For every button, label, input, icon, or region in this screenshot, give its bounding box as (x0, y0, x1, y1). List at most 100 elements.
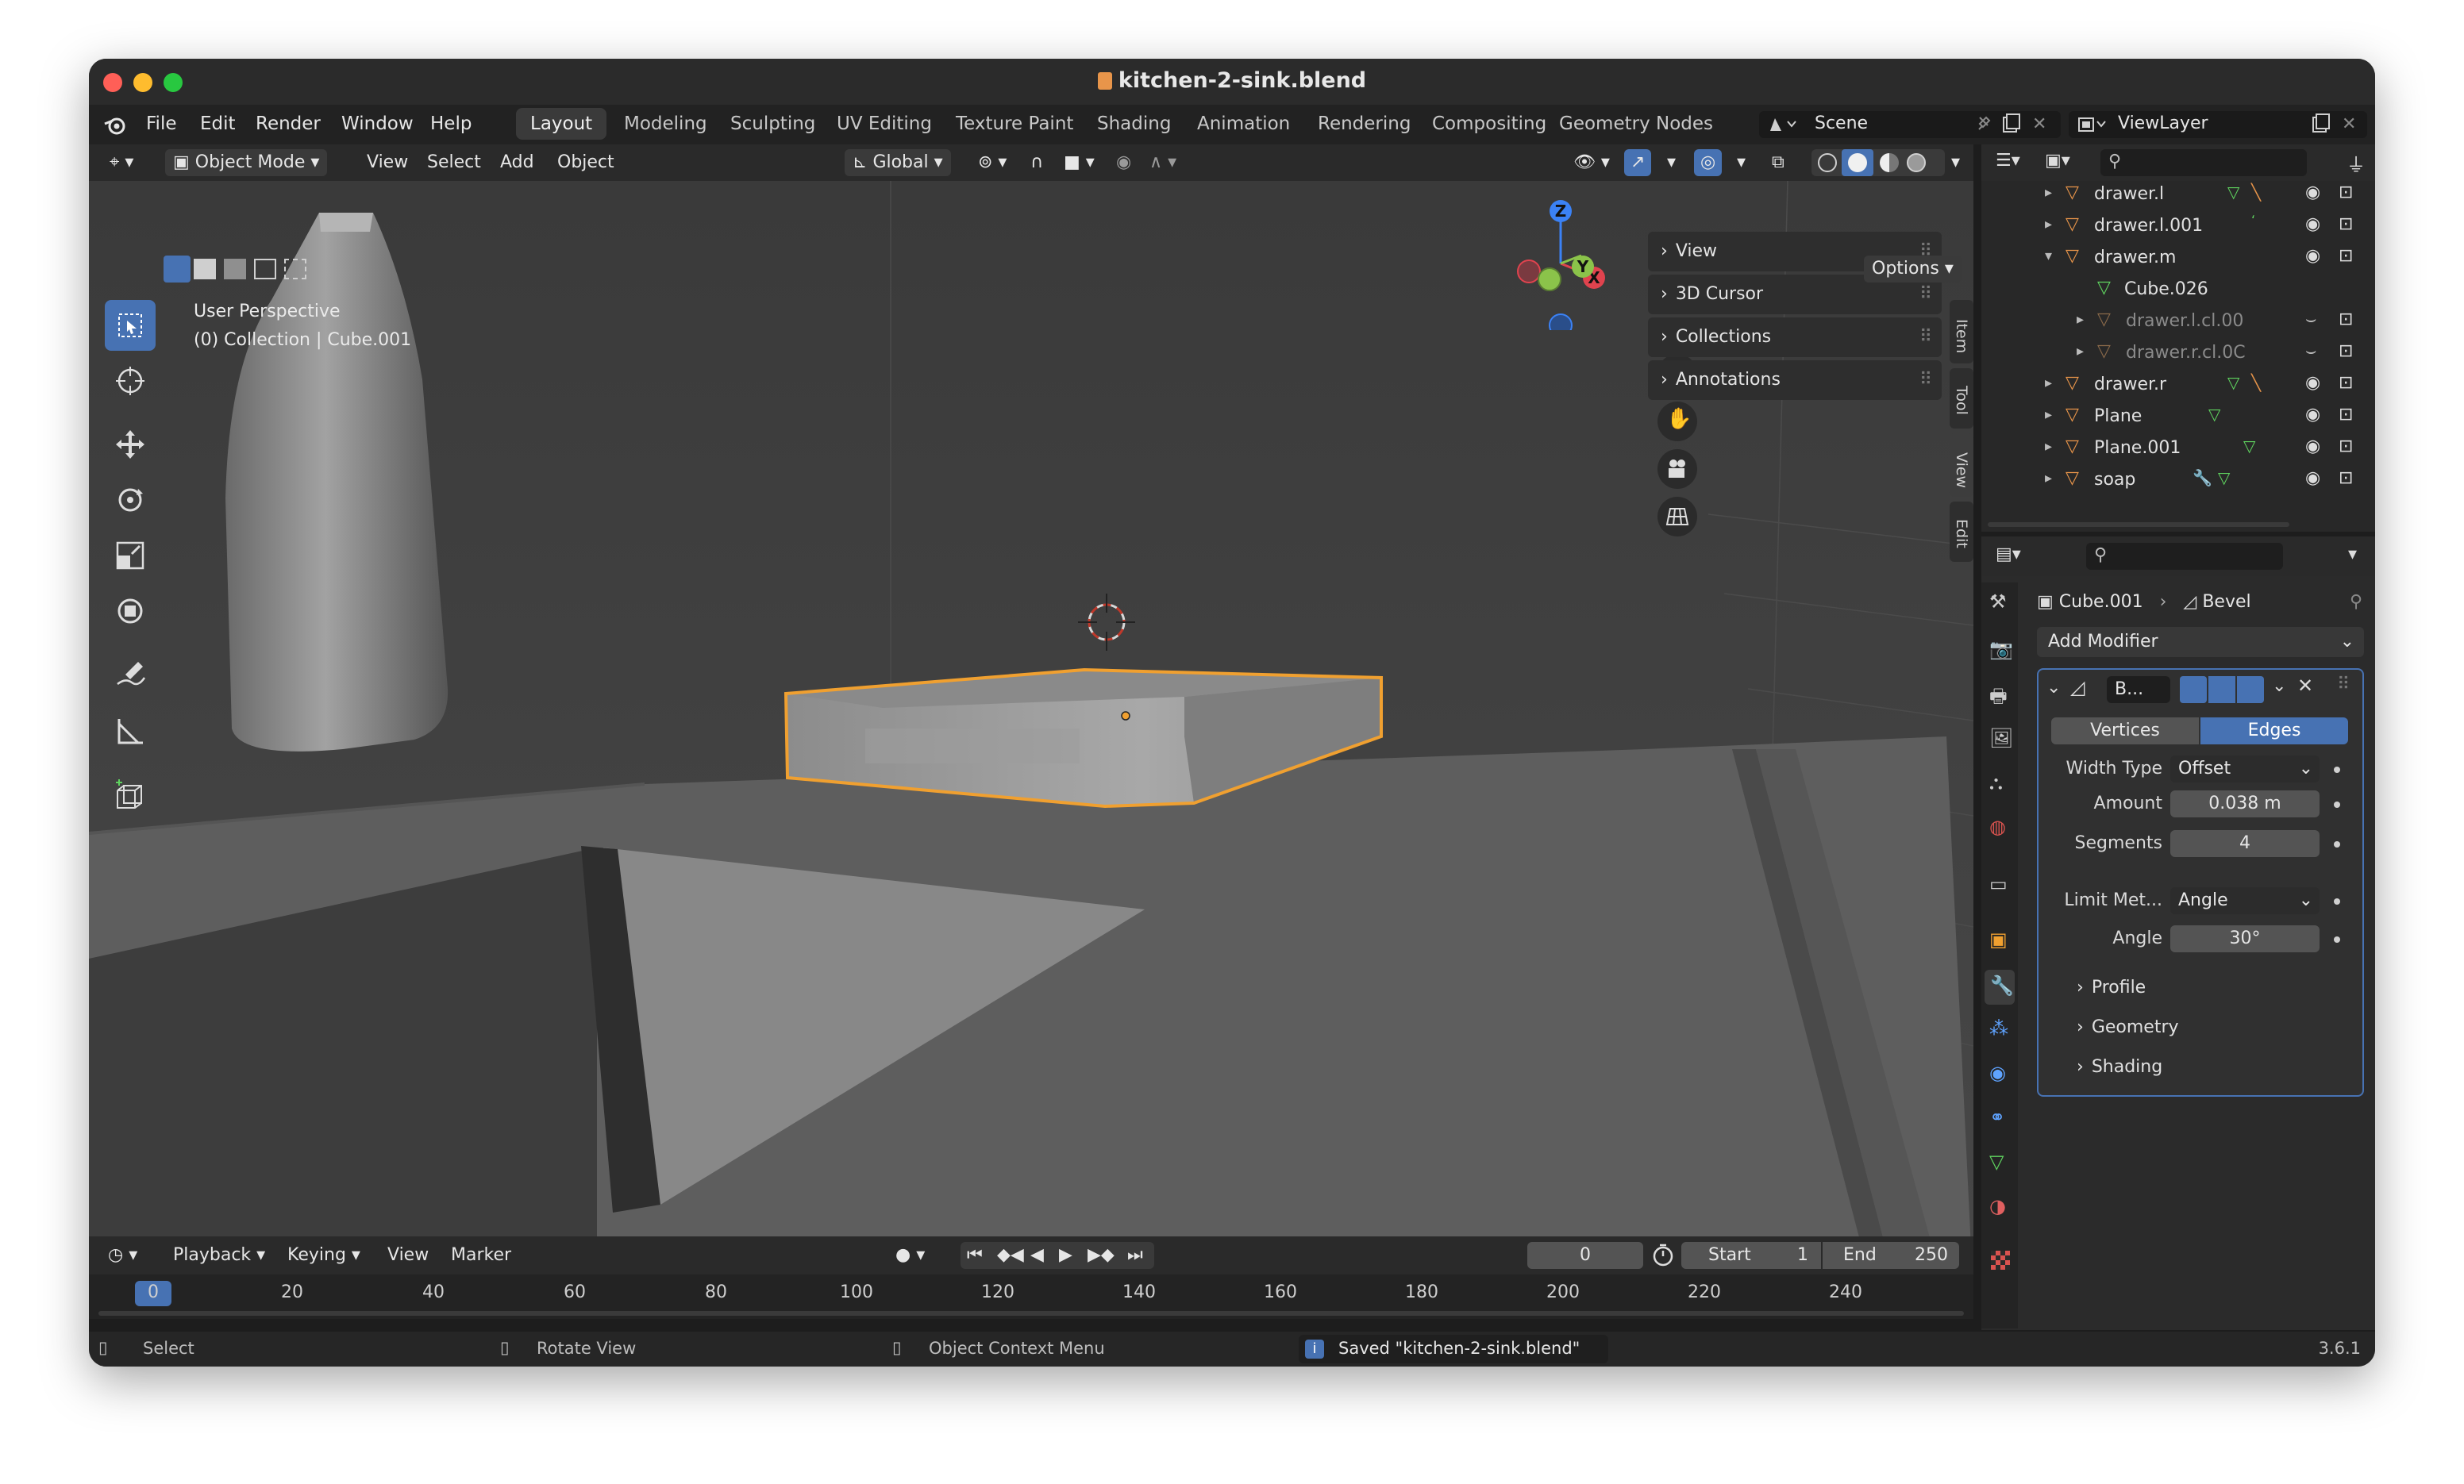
angle-field[interactable]: 30° (2170, 925, 2320, 952)
select-new-icon[interactable] (164, 256, 191, 283)
material-preview-icon[interactable] (1880, 153, 1899, 172)
camera-render-icon[interactable]: ⊡ (2339, 405, 2353, 425)
outliner-row[interactable]: ▸ ▽ drawer.l ◉ ⊡ ▽ ╲ (1981, 179, 2375, 211)
select-subtract-icon[interactable] (224, 259, 246, 279)
expand-arrow-icon[interactable]: ▸ (2045, 216, 2052, 233)
expand-arrow-icon[interactable]: ▾ (2045, 248, 2052, 264)
outliner-row[interactable]: ▸ ▽ drawer.r ◉ ⊡ ▽ ╲ (1981, 370, 2375, 402)
play-icon[interactable]: ▶ (1059, 1242, 1072, 1269)
add-cube-tool[interactable] (105, 770, 156, 821)
sidebar-tab-tool[interactable]: Tool (1950, 368, 1973, 429)
properties-options-dropdown[interactable]: ▾ (2348, 544, 2357, 564)
animate-property-dot[interactable] (2334, 767, 2340, 773)
animate-property-dot[interactable] (2334, 802, 2340, 808)
camera-render-icon[interactable]: ⊡ (2339, 373, 2353, 393)
prev-keyframe-icon[interactable]: ◆◀ (997, 1242, 1024, 1269)
tab-geometry-nodes[interactable]: Geometry Nodes (1545, 108, 1727, 140)
camera-render-icon[interactable]: ⊡ (2339, 309, 2353, 329)
delete-modifier-icon[interactable]: ✕ (2297, 675, 2313, 697)
affect-vertices-button[interactable]: Vertices (2051, 717, 2199, 744)
expand-arrow-icon[interactable]: ▸ (2045, 470, 2052, 486)
sidebar-section-annotations[interactable]: › Annotations ⠿ (1648, 360, 1942, 400)
outliner-row[interactable]: ▸ ▽ drawer.l.cl.00 ⌣ ⊡ (1981, 306, 2375, 338)
play-reverse-icon[interactable]: ◀ (1030, 1242, 1044, 1269)
render-tab-icon[interactable]: 📷 (1989, 638, 2013, 660)
tool-settings-tab-icon[interactable]: ⚒ (1989, 590, 2007, 613)
select-invert-icon[interactable] (254, 259, 276, 279)
navigation-gizmo[interactable]: Z X Y (1483, 195, 1618, 330)
pin-icon[interactable] (1975, 114, 1992, 133)
timeline-view-menu[interactable]: View (379, 1242, 437, 1269)
limit-method-dropdown[interactable]: Angle ⌄ (2170, 887, 2320, 914)
menu-help[interactable]: Help (430, 113, 472, 134)
collapse-chevron-icon[interactable]: ⌄ (2046, 678, 2061, 698)
marker-menu[interactable]: Marker (443, 1242, 519, 1269)
delete-view-layer-icon[interactable]: ✕ (2342, 114, 2356, 134)
render-toggle-icon[interactable] (2237, 676, 2264, 703)
gizmo-toggle[interactable]: ↗ (1624, 149, 1652, 176)
particles-tab-icon[interactable]: ⁂ (1989, 1017, 2008, 1040)
drag-handle-icon[interactable]: ⠿ (2337, 675, 2350, 694)
tab-animation[interactable]: Animation (1183, 108, 1304, 140)
menu-window[interactable]: Window (341, 113, 414, 134)
eye-icon[interactable]: ◉ (2305, 405, 2320, 425)
jump-start-icon[interactable]: ⏮ (967, 1242, 983, 1269)
3d-viewport[interactable]: User Perspective (0) Collection | Cube.0… (89, 181, 1973, 1298)
modifier-tab[interactable]: 🔧 (1985, 970, 2015, 1005)
annotate-tool[interactable] (105, 649, 156, 700)
outliner-row[interactable]: ▸ ▽ Plane ◉ ⊡ ▽ (1981, 402, 2375, 433)
material-tab-icon[interactable]: ◑ (1989, 1195, 2006, 1217)
select-extend-icon[interactable] (194, 259, 216, 279)
amount-field[interactable]: 0.038 m (2170, 790, 2320, 817)
blender-logo-icon[interactable] (103, 114, 127, 136)
menu-edit[interactable]: Edit (200, 113, 236, 134)
toggle-ortho-button[interactable] (1657, 497, 1697, 536)
pivot-point-button[interactable]: ⊚ ▾ (970, 149, 1014, 176)
timeline-editor-type[interactable]: ◷ ▾ (100, 1242, 145, 1269)
object-tab-icon[interactable]: ▣ (1989, 928, 2008, 951)
transform-orientation-dropdown[interactable]: ⊾ Global ▾ (845, 149, 951, 176)
overlay-toggle[interactable]: ◎ (1694, 149, 1723, 176)
animate-property-dot[interactable] (2334, 898, 2340, 905)
outliner-scrollbar[interactable] (1988, 522, 2289, 527)
expand-arrow-icon[interactable]: ▸ (2045, 438, 2052, 455)
shading-options-dropdown[interactable]: ▾ (1948, 149, 1963, 176)
camera-render-icon[interactable]: ⊡ (2339, 468, 2353, 488)
transform-tool[interactable] (105, 586, 156, 636)
display-mode-dropdown[interactable]: ▣▾ (2045, 151, 2070, 171)
visibility-dropdown[interactable]: 👁 ▾ (1565, 149, 1618, 176)
falloff-dropdown[interactable]: ∧ ▾ (1142, 149, 1184, 176)
move-tool[interactable] (105, 419, 156, 470)
viewport-toggle-icon[interactable] (2208, 676, 2235, 703)
eye-closed-icon[interactable]: ⌣ (2305, 309, 2316, 329)
menu-file[interactable]: File (146, 113, 177, 134)
timeline-ruler[interactable]: 0 20 40 60 80 100 120 140 160 180 200 22… (89, 1274, 1973, 1319)
camera-view-button[interactable] (1657, 449, 1697, 489)
menu-render[interactable]: Render (256, 113, 321, 134)
tab-shading[interactable]: Shading (1083, 108, 1185, 140)
animate-property-dot[interactable] (2334, 936, 2340, 943)
eye-icon[interactable]: ◉ (2305, 246, 2320, 266)
auto-keying-toggle[interactable]: ● ▾ (887, 1242, 933, 1269)
scale-tool[interactable] (105, 530, 156, 581)
start-frame-field[interactable]: Start 1 (1681, 1242, 1821, 1269)
jump-end-icon[interactable]: ⏭ (1127, 1242, 1143, 1269)
wireframe-shading-icon[interactable] (1818, 153, 1837, 172)
sidebar-tab-edit[interactable]: Edit (1950, 502, 1973, 562)
collection-tab-icon[interactable]: ▭ (1989, 873, 2008, 895)
properties-search-input[interactable]: ⚲ (2086, 543, 2283, 570)
drag-handle-icon[interactable]: ⠿ (1919, 360, 1932, 400)
segments-field[interactable]: 4 (2170, 830, 2320, 857)
outliner-search-input[interactable]: ⚲ (2100, 149, 2307, 176)
camera-render-icon[interactable]: ⊡ (2339, 183, 2353, 202)
mode-dropdown[interactable]: ▣ Object Mode ▾ (165, 149, 328, 176)
outliner-row[interactable]: ▸ ▽ soap ◉ ⊡ 🔧 ▽ (1981, 465, 2375, 497)
view-layer-selector[interactable]: ViewLayer ✕ (2069, 111, 2367, 138)
tab-sculpting[interactable]: Sculpting (716, 108, 830, 140)
eye-icon[interactable]: ◉ (2305, 183, 2320, 202)
world-tab-icon[interactable]: ◍ (1989, 816, 2006, 838)
add-modifier-dropdown[interactable]: Add Modifier ⌄ (2037, 627, 2364, 657)
animate-property-dot[interactable] (2334, 841, 2340, 848)
properties-editor-type[interactable]: ▤▾ (1996, 544, 2021, 564)
outliner-row[interactable]: ▸ ▽ drawer.r.cl.0C ⌣ ⊡ (1981, 338, 2375, 370)
